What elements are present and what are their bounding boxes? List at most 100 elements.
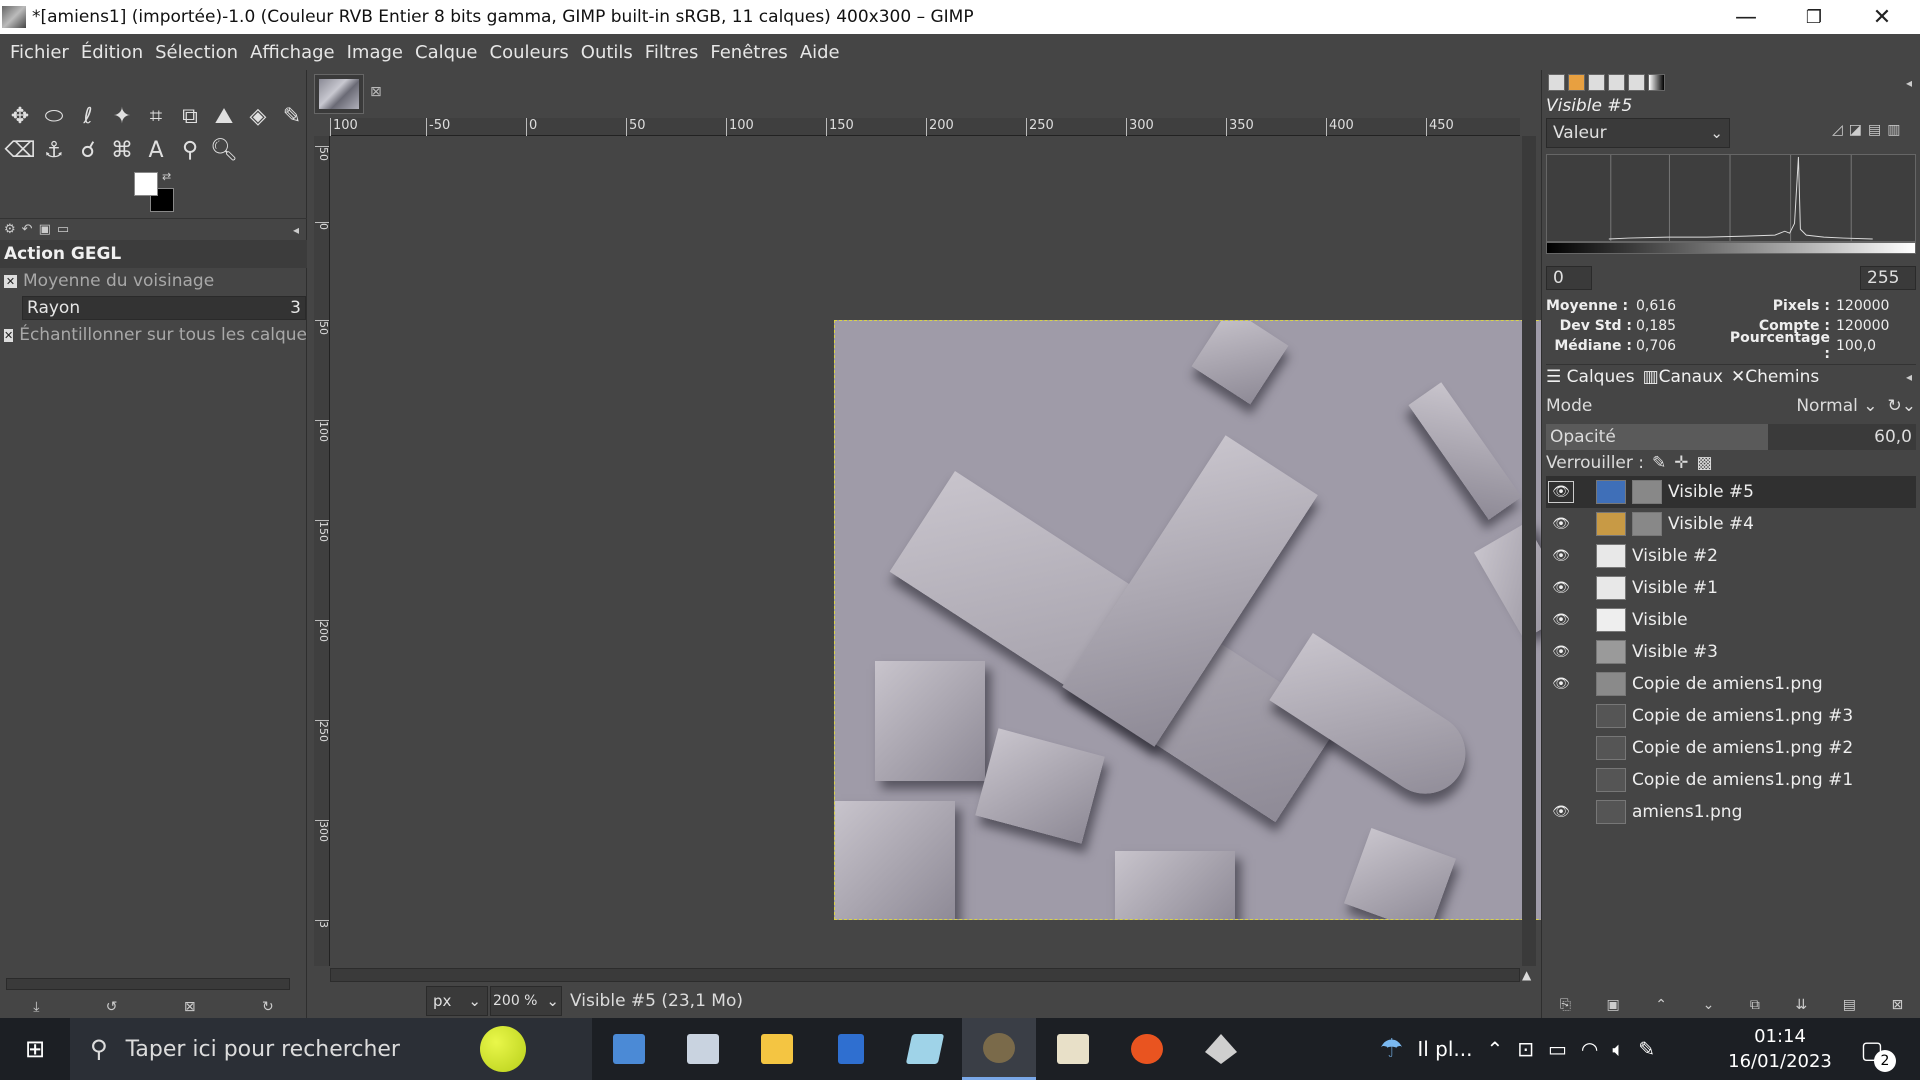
device-status-tab-icon[interactable]: ▭ (57, 222, 69, 237)
brushes-tab-icon[interactable] (1568, 74, 1585, 91)
restore-options-icon[interactable]: ↺ (106, 999, 118, 1015)
opacity-slider[interactable]: Opacité 60,0 (1546, 424, 1916, 450)
taskbar-app-calendar[interactable] (592, 1018, 666, 1080)
tab-chemins[interactable]: ✕Chemins (1731, 367, 1819, 387)
layer-row[interactable]: 👁︎ Visible #3 (1546, 636, 1916, 668)
menu-aide[interactable]: Aide (794, 42, 846, 63)
layer-thumbnail[interactable] (1596, 768, 1626, 792)
histogram-tab-icon[interactable] (1548, 74, 1565, 91)
new-layer-icon[interactable]: ⎘ (1560, 997, 1571, 1013)
duplicate-layer-icon[interactable]: ⧉ (1750, 997, 1760, 1013)
menu-fichier[interactable]: Fichier (4, 42, 75, 63)
undo-history-tab-icon[interactable]: ↶ (22, 222, 33, 237)
foreground-color-swatch[interactable] (134, 172, 158, 196)
search-box[interactable]: ⚲ Taper ici pour rechercher (70, 1018, 592, 1080)
layer-row[interactable]: 👁︎ Visible #4 (1546, 508, 1916, 540)
layer-thumbnail[interactable] (1596, 640, 1626, 664)
lower-layer-icon[interactable]: ⌄ (1703, 997, 1715, 1013)
close-image-tab-icon[interactable]: ⊠ (370, 84, 382, 100)
lock-pixels-icon[interactable]: ✎ (1652, 453, 1666, 473)
lines-icon[interactable]: ▥ (1887, 122, 1900, 138)
clock[interactable]: 01:14 16/01/2023 (1720, 1024, 1840, 1074)
visibility-eye-icon[interactable]: 👁︎ (1548, 609, 1574, 631)
save-options-icon[interactable]: ⤓ (33, 999, 39, 1015)
channel-selector[interactable]: Valeur ⌄ (1546, 118, 1730, 148)
tool-options-tab-icon[interactable]: ⚙ (4, 222, 16, 237)
taskbar-app-writer[interactable] (814, 1018, 888, 1080)
raise-layer-icon[interactable]: ⌃ (1655, 997, 1667, 1013)
notification-center-icon[interactable]: ▢ 2 (1852, 1030, 1896, 1072)
canvas-area[interactable] (330, 136, 1634, 966)
range-max-spinner[interactable]: 255 (1860, 266, 1916, 290)
histogram-graph[interactable] (1546, 154, 1916, 242)
reset-options-icon[interactable]: ↻ (262, 999, 274, 1015)
taskbar-app-photos[interactable] (666, 1018, 740, 1080)
layer-row[interactable]: 👁︎ Visible (1546, 604, 1916, 636)
tab-canaux[interactable]: ▥Canaux (1643, 367, 1723, 387)
layer-thumbnail[interactable] (1596, 480, 1626, 504)
bars-icon[interactable]: ▤ (1868, 122, 1881, 138)
lock-position-icon[interactable]: ✛ (1674, 453, 1688, 473)
visibility-eye-icon[interactable] (1548, 737, 1574, 759)
eraser-icon[interactable]: ⌫ (4, 134, 36, 166)
menu-image[interactable]: Image (341, 42, 409, 63)
camera-icon[interactable]: ⊡ (1517, 1037, 1534, 1061)
navigate-icon[interactable]: ▲ (1522, 968, 1536, 982)
transform-icon[interactable]: ⧉ (174, 100, 206, 132)
delete-layer-icon[interactable]: ⊠ (1891, 997, 1903, 1013)
visibility-eye-icon[interactable]: 👁︎ (1548, 577, 1574, 599)
new-group-icon[interactable]: ▣ (1607, 997, 1620, 1013)
range-min-spinner[interactable]: 0 (1546, 266, 1592, 290)
dock-config-icon[interactable]: ◂ (1906, 76, 1912, 90)
gradients-tab-icon[interactable] (1648, 74, 1665, 91)
layer-thumbnail[interactable] (1596, 736, 1626, 760)
tab-calques[interactable]: ☰ Calques (1546, 367, 1635, 387)
zoom-icon[interactable]: 🔍︎ (208, 134, 240, 166)
layer-row[interactable]: Copie de amiens1.png #1 (1546, 764, 1916, 796)
layer-thumbnail[interactable] (1596, 704, 1626, 728)
checkbox-icon[interactable]: ✕ (4, 328, 14, 342)
visibility-eye-icon[interactable]: 👁︎ (1548, 481, 1574, 503)
vertical-scrollbar[interactable] (1522, 136, 1536, 966)
color-picker-icon[interactable]: ⚲ (174, 134, 206, 166)
add-mask-icon[interactable]: ▤ (1843, 997, 1856, 1013)
clone-icon[interactable]: ⚓ (38, 134, 70, 166)
close-button[interactable]: ✕ (1848, 0, 1916, 34)
chevron-up-icon[interactable]: ⌃ (1486, 1037, 1503, 1061)
horizontal-scrollbar[interactable] (330, 968, 1520, 982)
merge-down-icon[interactable]: ⇊ (1795, 997, 1807, 1013)
layer-row[interactable]: 👁︎ Copie de amiens1.png (1546, 668, 1916, 700)
bucket-fill-icon[interactable]: ◈ (242, 100, 274, 132)
weather-text[interactable]: Il pl... (1417, 1037, 1472, 1061)
delete-options-icon[interactable]: ⊠ (184, 999, 196, 1015)
windows-start-icon[interactable]: ⊞ (0, 1018, 70, 1080)
checkbox-icon[interactable]: ✕ (4, 274, 17, 288)
move-tool-icon[interactable]: ✥ (4, 100, 36, 132)
fonts-tab-icon[interactable] (1588, 74, 1605, 91)
visibility-eye-icon[interactable]: 👁︎ (1548, 545, 1574, 567)
minimize-button[interactable]: — (1712, 0, 1780, 34)
sample-merged-row[interactable]: ✕ Échantillonner sur tous les calques (0, 322, 307, 348)
lock-alpha-icon[interactable]: ▩ (1697, 453, 1713, 473)
layer-row[interactable]: 👁︎ Visible #1 (1546, 572, 1916, 604)
battery-icon[interactable]: ▭ (1548, 1037, 1567, 1061)
rayon-slider[interactable]: Rayon 3 (22, 296, 306, 320)
menu-fenetres[interactable]: Fenêtres (704, 42, 793, 63)
visibility-eye-icon[interactable] (1548, 769, 1574, 791)
weather-umbrella-icon[interactable]: ☂ (1380, 1034, 1403, 1064)
unit-selector[interactable]: px ⌄ (426, 986, 488, 1016)
paintbrush-icon[interactable]: ✎ (276, 100, 308, 132)
visibility-eye-icon[interactable]: 👁︎ (1548, 673, 1574, 695)
lasso-icon[interactable]: ℓ (72, 100, 104, 132)
menu-filtres[interactable]: Filtres (639, 42, 705, 63)
layer-row[interactable]: 👁︎ amiens1.png (1546, 796, 1916, 828)
layer-thumbnail[interactable] (1596, 544, 1626, 568)
visibility-eye-icon[interactable]: 👁︎ (1548, 641, 1574, 663)
levels-tab-icon[interactable] (1628, 74, 1645, 91)
pen-icon[interactable]: ✎ (1638, 1037, 1655, 1061)
layer-mask-thumbnail[interactable] (1632, 512, 1662, 536)
restore-button[interactable]: ❐ (1780, 0, 1848, 34)
taskbar-app-inkscape[interactable] (1184, 1018, 1258, 1080)
text-tool-icon[interactable]: A (140, 134, 172, 166)
layer-thumbnail[interactable] (1596, 512, 1626, 536)
